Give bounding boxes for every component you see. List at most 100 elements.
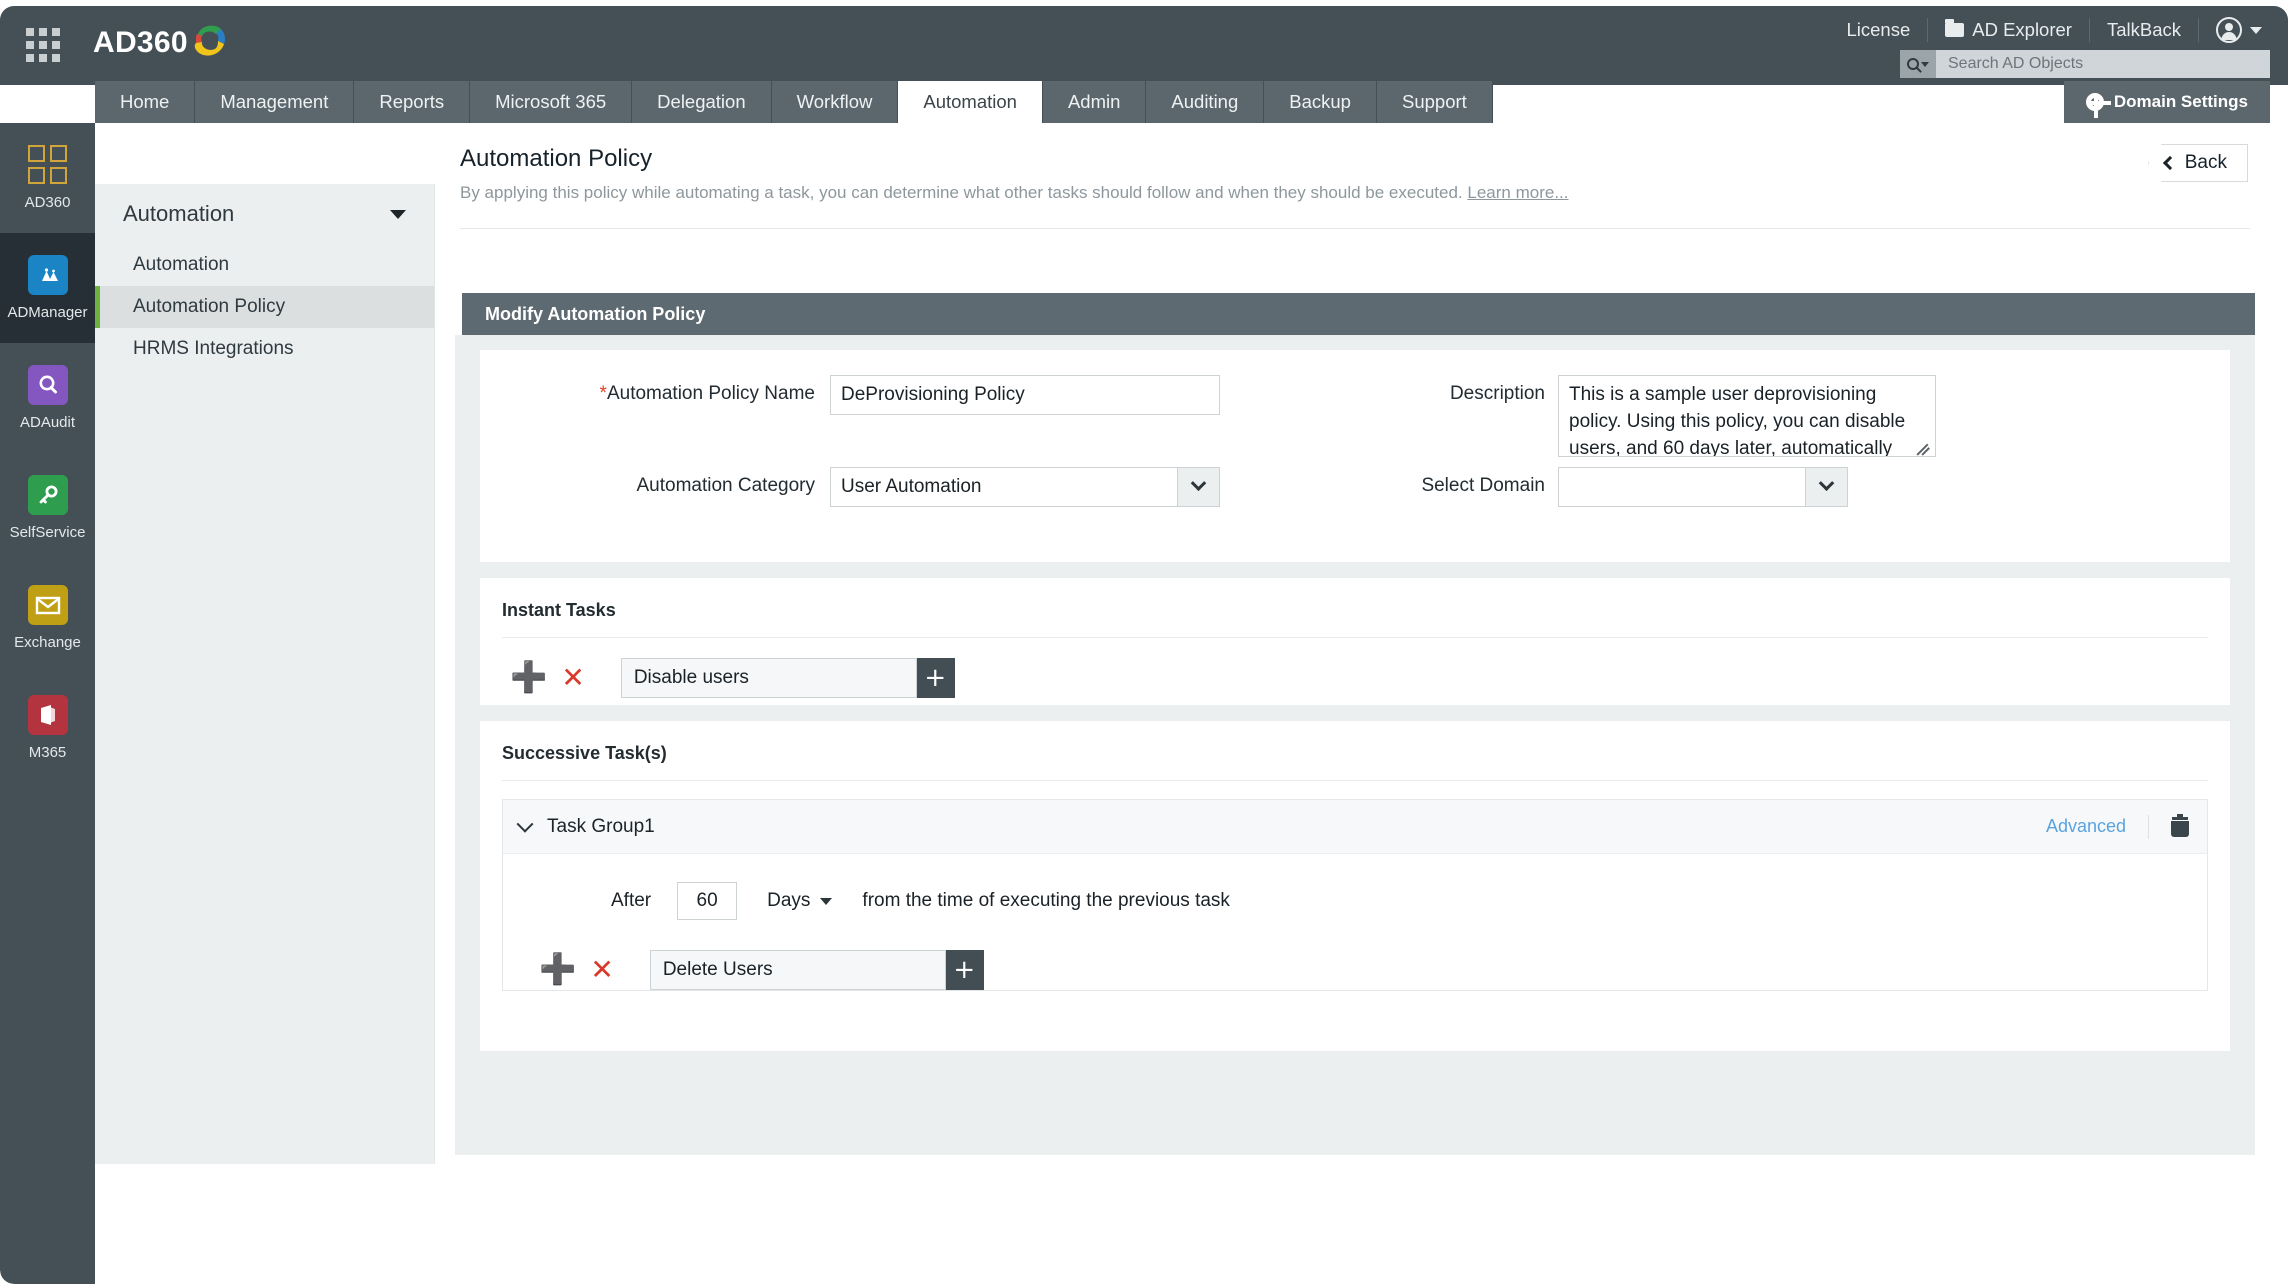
task-group-body: After Days from the time of executing th… xyxy=(503,854,2207,990)
tab-automation[interactable]: Automation xyxy=(898,81,1043,123)
automation-category-select[interactable]: User Automation xyxy=(830,467,1220,507)
rail-label: ADAudit xyxy=(19,414,76,431)
successive-task-select[interactable]: Delete Users xyxy=(649,950,946,990)
brand-logo[interactable]: AD360 xyxy=(93,20,228,66)
learn-more-link[interactable]: Learn more... xyxy=(1467,183,1568,202)
exchange-envelope-icon xyxy=(27,585,68,625)
after-unit-value: Days xyxy=(767,890,811,911)
rail-label: Exchange xyxy=(14,634,81,651)
viewport-mask-left xyxy=(435,1042,455,1284)
instant-task-row: ➕ ✕ Disable users + xyxy=(480,638,2230,698)
card-header-label: Modify Automation Policy xyxy=(485,303,706,324)
apps-grid-icon[interactable] xyxy=(26,28,60,62)
rail-item-selfservice[interactable]: SelfService xyxy=(0,453,95,563)
sidebar-item-label: Automation xyxy=(133,254,230,275)
after-amount-input[interactable] xyxy=(677,882,738,920)
plus-green-icon[interactable]: ➕ xyxy=(510,663,547,693)
instant-task-add-button[interactable]: + xyxy=(916,658,955,698)
policy-name-input[interactable] xyxy=(830,375,1220,415)
domain-settings-button[interactable]: Domain Settings xyxy=(2063,81,2270,123)
advanced-link[interactable]: Advanced xyxy=(2046,816,2126,837)
search-ad-objects xyxy=(1900,50,2270,78)
chevron-down-icon[interactable] xyxy=(516,815,534,833)
sidebar-item-hrms-integrations[interactable]: HRMS Integrations xyxy=(95,328,434,370)
chevron-down-icon xyxy=(1805,468,1847,506)
tab-reports[interactable]: Reports xyxy=(354,81,471,123)
successive-task-value: Delete Users xyxy=(662,959,773,980)
chevron-down-icon xyxy=(820,897,833,905)
ad360-swoosh-icon xyxy=(192,21,228,66)
rail-label: AD360 xyxy=(24,194,71,211)
adaudit-magnifier-icon xyxy=(27,365,68,405)
license-link[interactable]: License xyxy=(1829,18,1929,42)
rail-item-exchange[interactable]: Exchange xyxy=(0,563,95,673)
plus-green-icon[interactable]: ➕ xyxy=(539,955,576,985)
user-account-menu[interactable] xyxy=(2199,17,2268,43)
tab-home[interactable]: Home xyxy=(95,81,196,123)
automation-category-value: User Automation xyxy=(841,476,982,497)
instant-task-select[interactable]: Disable users xyxy=(620,658,917,698)
sidebar-item-automation-policy[interactable]: Automation Policy xyxy=(95,286,434,328)
folder-icon xyxy=(1945,19,1965,37)
section-divider xyxy=(502,780,2208,781)
tab-admin[interactable]: Admin xyxy=(1042,81,1147,123)
chevron-down-icon xyxy=(2250,26,2262,34)
sidebar-item-automation[interactable]: Automation xyxy=(95,244,434,286)
instant-tasks-section: Instant Tasks ➕ ✕ Disable users + xyxy=(480,578,2230,705)
chevron-left-icon xyxy=(2162,155,2177,171)
task-group-name: Task Group1 xyxy=(547,815,655,837)
x-red-icon[interactable]: ✕ xyxy=(590,956,613,984)
trash-icon[interactable] xyxy=(2171,813,2189,837)
top-header-bar: AD360 License AD Explorer TalkBack xyxy=(0,6,2288,85)
user-account-icon xyxy=(2216,17,2242,43)
main-nav-tabs: Home Management Reports Microsoft 365 De… xyxy=(95,81,1493,123)
ad-explorer-link[interactable]: AD Explorer xyxy=(1928,18,2090,42)
search-input[interactable] xyxy=(1936,50,2270,78)
rail-label: M365 xyxy=(28,744,67,761)
card-body: *Automation Policy Name Description This… xyxy=(455,335,2255,1155)
subnav-header-automation[interactable]: Automation xyxy=(95,184,434,244)
tab-delegation[interactable]: Delegation xyxy=(632,81,772,123)
product-rail: AD360 ADManager ADAudit SelfService Exch… xyxy=(0,123,95,1284)
page-title: Automation Policy xyxy=(460,145,653,172)
task-group-header: Task Group1 Advanced xyxy=(503,800,2207,854)
m365-office-icon xyxy=(27,695,68,735)
talkback-link[interactable]: TalkBack xyxy=(2090,18,2199,42)
schedule-row: After Days from the time of executing th… xyxy=(503,882,2207,920)
search-icon[interactable] xyxy=(1900,50,1936,78)
after-label: After xyxy=(611,890,652,911)
after-unit-select[interactable]: Days xyxy=(767,890,833,912)
x-red-icon[interactable]: ✕ xyxy=(561,664,584,692)
tab-workflow[interactable]: Workflow xyxy=(771,81,899,123)
back-button-label: Back xyxy=(2184,152,2227,173)
rail-item-m365[interactable]: M365 xyxy=(0,673,95,783)
successive-tasks-section: Successive Task(s) Task Group1 Advanced … xyxy=(480,721,2230,1051)
gear-icon xyxy=(2085,93,2111,118)
tab-auditing[interactable]: Auditing xyxy=(1146,81,1265,123)
rail-item-admanager[interactable]: ADManager xyxy=(0,233,95,343)
required-marker: * xyxy=(599,383,607,404)
rail-item-ad360[interactable]: AD360 xyxy=(0,123,95,233)
successive-task-row: ➕ ✕ Delete Users + xyxy=(503,920,2207,990)
subnav-header-label: Automation xyxy=(123,201,235,226)
task-group: Task Group1 Advanced After Days from the… xyxy=(502,799,2208,991)
chevron-down-icon xyxy=(390,209,406,219)
header-links: License AD Explorer TalkBack xyxy=(1829,12,2268,48)
page-subtitle-text: By applying this policy while automating… xyxy=(460,183,1463,202)
card-header: Modify Automation Policy xyxy=(462,293,2255,335)
select-domain-select[interactable] xyxy=(1558,467,1848,507)
tab-support[interactable]: Support xyxy=(1376,81,1493,123)
description-textarea[interactable]: This is a sample user deprovisioning pol… xyxy=(1558,375,1936,457)
tab-microsoft-365[interactable]: Microsoft 365 xyxy=(470,81,633,123)
header-divider xyxy=(460,228,2250,229)
rail-item-adaudit[interactable]: ADAudit xyxy=(0,343,95,453)
successive-task-add-button[interactable]: + xyxy=(945,950,984,990)
select-domain-label: Select Domain xyxy=(1421,475,1545,496)
instant-tasks-title: Instant Tasks xyxy=(502,600,616,620)
page-header: Automation Policy By applying this polic… xyxy=(460,145,2288,203)
sub-navigation-panel: Automation Automation Automation Policy … xyxy=(95,184,435,1164)
tab-management[interactable]: Management xyxy=(195,81,355,123)
tab-backup[interactable]: Backup xyxy=(1264,81,1377,123)
sidebar-item-label: Automation Policy xyxy=(133,296,286,317)
back-button[interactable]: Back xyxy=(2147,144,2248,182)
